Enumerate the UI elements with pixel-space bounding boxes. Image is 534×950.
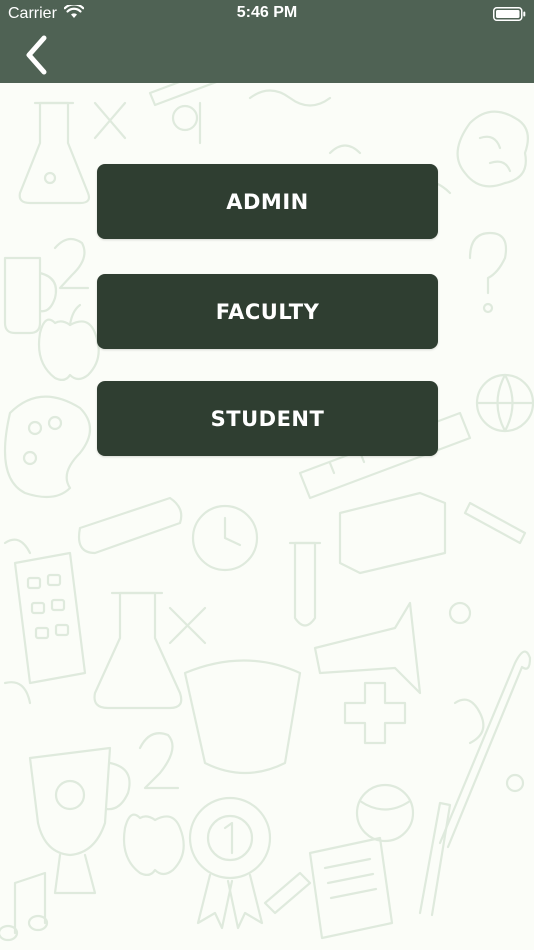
back-button[interactable] bbox=[18, 32, 58, 78]
navigation-bar bbox=[0, 28, 534, 83]
chevron-left-icon bbox=[18, 35, 58, 82]
student-button-label: STUDENT bbox=[210, 406, 325, 431]
faculty-button[interactable]: FACULTY bbox=[97, 274, 438, 349]
admin-button[interactable]: ADMIN bbox=[97, 164, 438, 239]
student-button[interactable]: STUDENT bbox=[97, 381, 438, 456]
battery-icon bbox=[493, 7, 526, 26]
faculty-button-label: FACULTY bbox=[215, 299, 320, 324]
status-time: 5:46 PM bbox=[236, 4, 298, 21]
status-bar: Carrier 5:46 PM bbox=[0, 0, 534, 28]
admin-button-label: ADMIN bbox=[226, 189, 309, 214]
role-selection-screen: ADMIN FACULTY STUDENT bbox=[0, 83, 534, 950]
